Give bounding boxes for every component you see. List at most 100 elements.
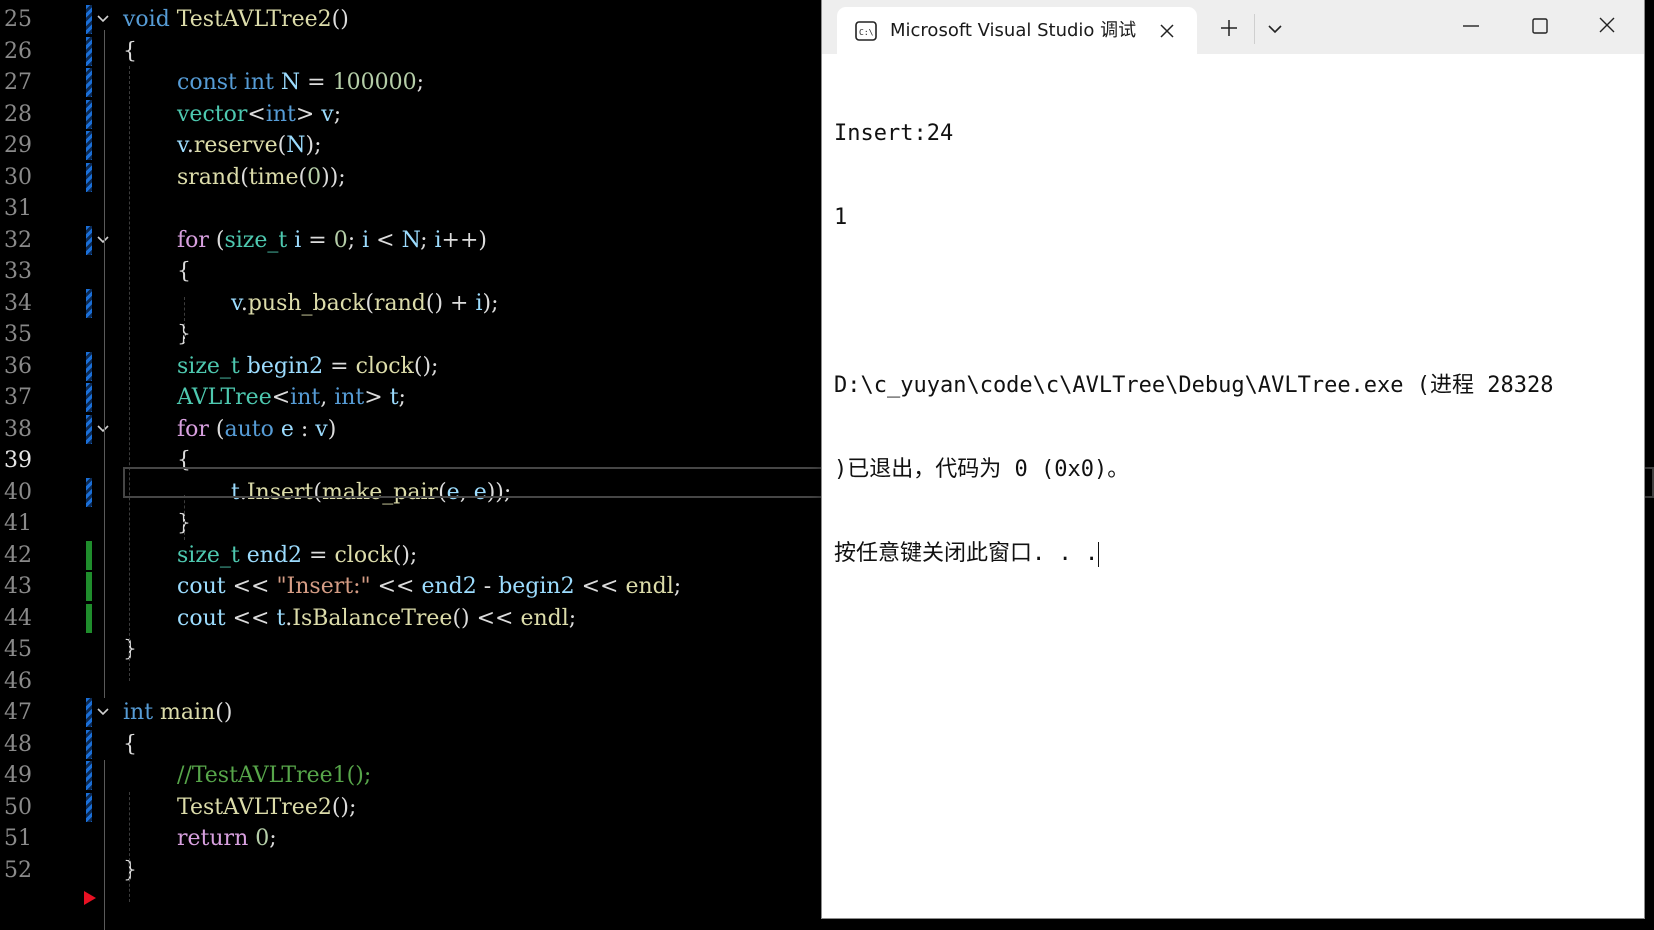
code-token: << — [574, 574, 626, 599]
line-number: 43 — [4, 574, 32, 599]
console-line-prompt: 按任意键关闭此窗口. . . — [834, 540, 1634, 568]
code-token: ( — [240, 164, 249, 190]
code-token: > — [295, 101, 322, 127]
line-number: 33 — [4, 259, 32, 284]
code-text: vector<int> v; — [177, 98, 341, 131]
code-token: (); — [413, 353, 439, 379]
title-bar[interactable]: C:\ Microsoft Visual Studio 调试控制台 — [822, 0, 1644, 54]
code-token: "Insert:" — [276, 574, 371, 599]
code-text: //TestAVLTree1(); — [177, 759, 371, 792]
code-token: t — [389, 385, 399, 410]
code-text: v.push_back(rand() + i); — [231, 287, 499, 320]
console-line: Insert:24 — [834, 121, 954, 146]
code-token: N — [401, 227, 421, 253]
code-token: for — [177, 227, 209, 253]
code-token: ; — [568, 605, 577, 631]
code-text: for (auto e : v) — [177, 413, 336, 446]
fold-chevron-icon[interactable] — [96, 705, 110, 719]
code-token: main — [160, 700, 216, 725]
change-marker — [86, 383, 92, 412]
change-marker — [86, 68, 92, 97]
fold-chevron-icon[interactable] — [96, 233, 110, 247]
code-token: = — [302, 542, 335, 568]
console-line: 按任意键关闭此窗口. . . — [834, 541, 1099, 566]
code-text: TestAVLTree2(); — [177, 791, 356, 824]
code-token: auto — [224, 416, 274, 442]
code-token: time — [248, 164, 299, 190]
close-window-icon[interactable] — [1592, 13, 1622, 39]
code-text: } — [123, 633, 137, 666]
code-token: t — [276, 605, 286, 631]
code-token: ( — [208, 416, 225, 442]
code-token: ) — [327, 416, 337, 442]
code-token: void — [123, 7, 170, 32]
code-token: ; — [416, 70, 424, 95]
line-number: 36 — [4, 353, 32, 379]
line-number: 41 — [4, 511, 32, 536]
line-number: 38 — [4, 416, 32, 442]
code-token: (); — [392, 542, 418, 568]
code-token: clock — [334, 542, 393, 568]
code-token: begin2 — [246, 353, 324, 379]
code-token: = — [323, 353, 356, 379]
code-token: ); — [305, 133, 322, 158]
code-token: 0 — [255, 826, 270, 851]
console-tab[interactable]: C:\ Microsoft Visual Studio 调试控制台 — [837, 7, 1197, 54]
code-token: begin2 — [498, 574, 575, 599]
fold-chevron-icon[interactable] — [96, 12, 110, 26]
line-number: 32 — [4, 227, 32, 253]
code-token: v — [321, 101, 334, 127]
line-number: 29 — [4, 133, 32, 158]
code-token: () — [331, 7, 349, 32]
change-marker — [86, 792, 92, 822]
divider — [1254, 14, 1255, 44]
line-number: 47 — [4, 700, 32, 725]
code-token: endl — [625, 574, 674, 599]
change-marker — [86, 5, 92, 34]
close-tab-icon[interactable] — [1159, 23, 1175, 39]
line-number: 35 — [4, 322, 32, 347]
chevron-down-icon[interactable] — [1267, 22, 1283, 36]
code-token: 100000 — [332, 70, 417, 95]
code-token: int — [123, 700, 154, 725]
code-token: AVLTree — [177, 385, 272, 410]
code-text: for (size_t i = 0; i < N; i++) — [177, 224, 487, 257]
change-marker — [86, 131, 92, 160]
console-output[interactable]: Insert:24 1 D:\c_yuyan\code\c\AVLTree\De… — [834, 64, 1634, 904]
code-token: , — [320, 385, 335, 410]
code-token: ; — [420, 227, 435, 253]
code-token: 0 — [307, 164, 322, 190]
line-number: 34 — [4, 290, 32, 316]
code-token: rand — [373, 290, 426, 316]
code-token: v — [231, 290, 241, 316]
change-marker — [86, 414, 92, 444]
new-tab-plus-icon[interactable] — [1220, 19, 1238, 37]
debug-console-window[interactable]: C:\ Microsoft Visual Studio 调试控制台 Insert… — [821, 0, 1645, 919]
fold-chevron-icon[interactable] — [96, 422, 110, 436]
code-token: << — [225, 605, 277, 631]
line-number: 44 — [4, 605, 32, 631]
maximize-icon[interactable] — [1525, 13, 1555, 39]
code-token: ++) — [441, 227, 487, 253]
change-marker — [86, 162, 92, 192]
code-token: i — [475, 290, 483, 316]
code-token: 0 — [333, 227, 348, 253]
minimize-icon[interactable] — [1456, 14, 1486, 38]
fold-scope-line — [104, 760, 105, 930]
code-text: { — [177, 255, 191, 288]
code-token: size_t — [177, 353, 240, 379]
indent-guide — [129, 792, 130, 902]
code-text: AVLTree<int, int> t; — [177, 381, 406, 414]
code-text: return 0; — [177, 822, 277, 855]
code-token: ( — [365, 290, 374, 316]
code-token: IsBalanceTree — [292, 605, 453, 631]
code-token: endl — [520, 605, 569, 631]
indent-guide — [129, 66, 130, 681]
code-token: TestAVLTree2 — [177, 794, 332, 820]
